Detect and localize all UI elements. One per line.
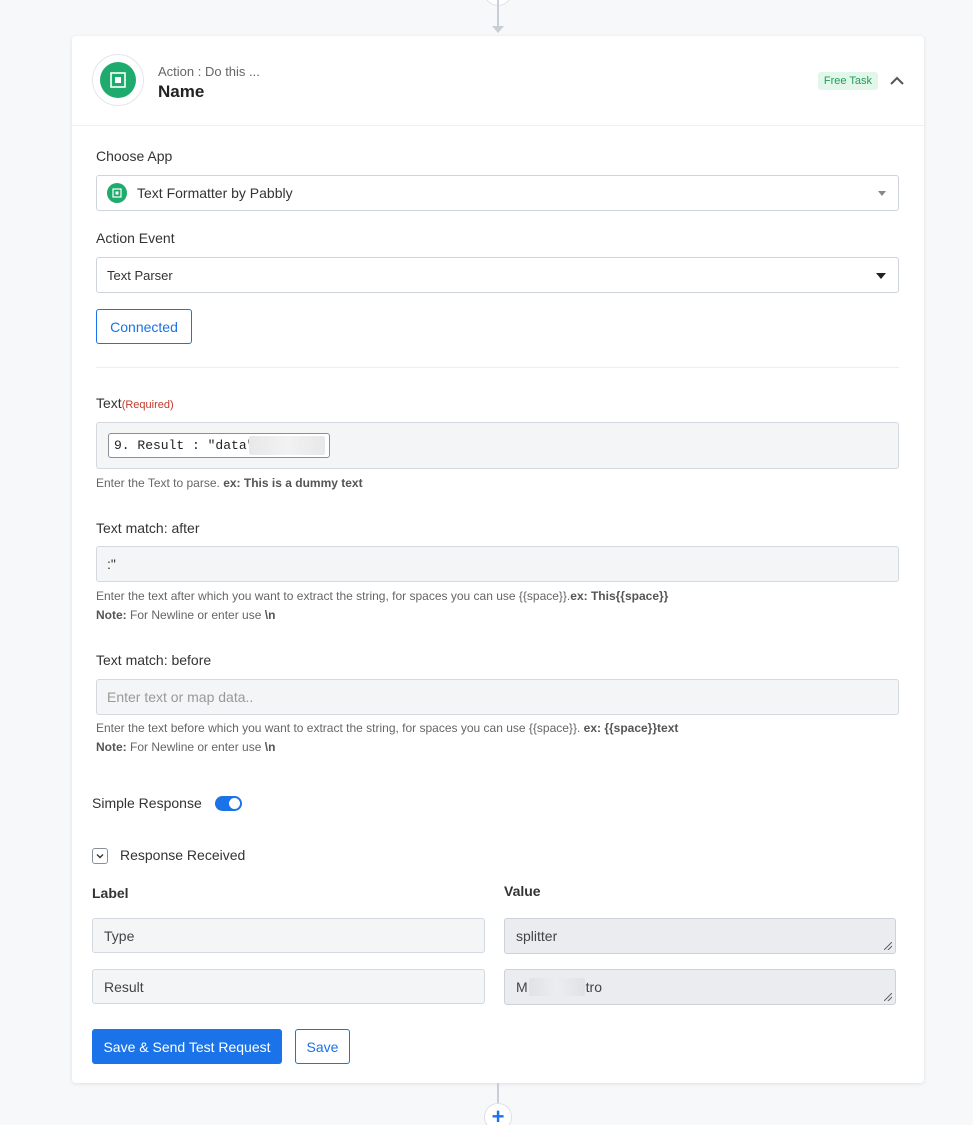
redacted-area [528, 978, 585, 996]
caret-down-icon [878, 191, 886, 196]
value-column-header: Value [504, 883, 541, 899]
action-step-card: Action : Do this ... Name Free Task Choo… [72, 36, 924, 1083]
response-received-toggle[interactable] [92, 848, 108, 864]
card-header[interactable]: Action : Do this ... Name Free Task [72, 36, 924, 126]
response-label-type: Type [92, 918, 485, 953]
response-value-type[interactable]: splitter [504, 918, 896, 954]
label-column-header: Label [92, 885, 129, 901]
choose-app-value: Text Formatter by Pabbly [137, 185, 293, 201]
caret-down-icon [876, 273, 886, 279]
simple-response-toggle[interactable] [215, 796, 242, 811]
step-type-label: Action : Do this ... [158, 64, 260, 79]
section-divider [96, 367, 899, 368]
response-label-result: Result [92, 969, 485, 1004]
redacted-area [249, 436, 325, 455]
match-after-label: Text match: after [96, 520, 200, 536]
add-step-button[interactable]: + [484, 1103, 512, 1125]
save-and-send-test-button[interactable]: Save & Send Test Request [92, 1029, 282, 1064]
connected-button[interactable]: Connected [96, 309, 192, 344]
match-before-help: Enter the text before which you want to … [96, 721, 679, 754]
mapped-field-pill[interactable]: 9. Result : "data":"M [108, 433, 330, 458]
text-field-label: Text(Required) [96, 395, 174, 411]
choose-app-select[interactable]: Text Formatter by Pabbly [96, 175, 899, 211]
resize-handle-icon[interactable] [884, 942, 892, 950]
simple-response-label: Simple Response [92, 795, 202, 811]
resize-handle-icon[interactable] [884, 993, 892, 1001]
action-event-value: Text Parser [107, 267, 173, 283]
text-input[interactable]: 9. Result : "data":"M [96, 422, 899, 469]
plus-icon: + [491, 1104, 505, 1125]
match-before-label: Text match: before [96, 652, 212, 668]
chevron-up-icon[interactable] [890, 74, 904, 88]
text-formatter-icon [107, 183, 127, 203]
connector-line-top [497, 0, 499, 28]
text-formatter-icon [100, 62, 136, 98]
connector-arrow-down-icon [492, 26, 504, 33]
action-event-select[interactable]: Text Parser [96, 257, 899, 293]
response-received-label: Response Received [120, 847, 246, 863]
connector-line-bottom [497, 1083, 499, 1105]
action-event-label: Action Event [96, 230, 175, 246]
chevron-down-icon [96, 854, 104, 859]
response-value-result[interactable]: M tro [504, 969, 896, 1005]
required-marker: (Required) [121, 399, 174, 411]
match-before-input[interactable]: Enter text or map data.. [96, 679, 899, 715]
choose-app-label: Choose App [96, 148, 173, 164]
text-field-label-text: Text [96, 395, 122, 411]
text-field-help: Enter the Text to parse. ex: This is a d… [96, 476, 363, 490]
step-title[interactable]: Name [158, 82, 204, 102]
save-button[interactable]: Save [295, 1029, 350, 1064]
match-after-help: Enter the text after which you want to e… [96, 589, 669, 622]
match-after-input[interactable]: :" [96, 546, 899, 582]
app-logo [92, 54, 144, 106]
free-task-badge: Free Task [817, 72, 878, 90]
